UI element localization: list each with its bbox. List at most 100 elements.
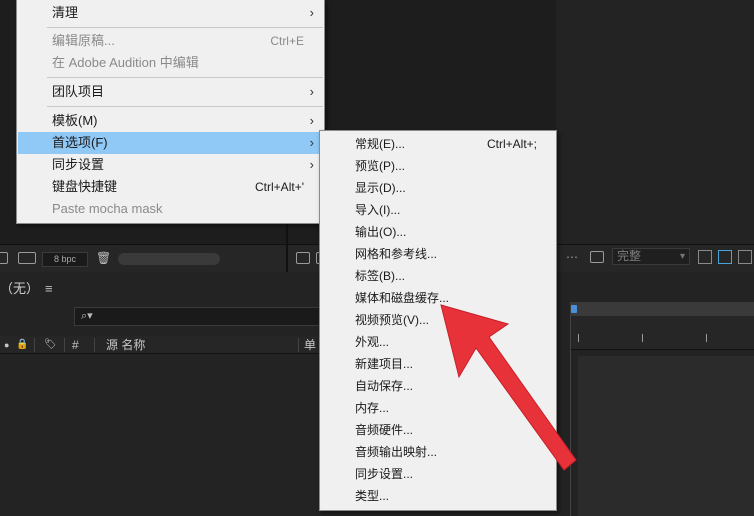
submenu-item-label: 输出(O)... (355, 225, 407, 239)
menu-item-label: 同步设置 (52, 157, 105, 172)
menu-item-sync-settings[interactable]: 同步设置 › (18, 154, 324, 176)
source-name-column[interactable]: 源 名称 (106, 336, 145, 354)
menu-item-label: Paste mocha mask (52, 201, 163, 216)
menu-item-shortcut: Ctrl+E (270, 34, 304, 48)
menu-item-label: 模板(M) (52, 113, 98, 128)
menu-item-label: 首选项(F) (52, 135, 108, 150)
menu-item-keyboard-shortcuts[interactable]: 键盘快捷键 Ctrl+Alt+' (18, 176, 324, 198)
submenu-item-label: 媒体和磁盘缓存... (355, 291, 450, 305)
submenu-item-grids-guides[interactable]: 网格和参考线... (321, 243, 555, 265)
number-column[interactable]: # (72, 336, 79, 354)
edit-menu: 清理 › 编辑原稿... Ctrl+E 在 Adobe Audition 中编辑… (16, 0, 325, 224)
menu-item-edit-in-audition[interactable]: 在 Adobe Audition 中编辑 (18, 52, 324, 74)
submenu-item-label: 视频预览(V)... (355, 313, 429, 327)
column-divider (298, 338, 299, 352)
timeline-track-area[interactable] (578, 356, 754, 516)
region-icon[interactable] (698, 250, 712, 264)
menu-item-team-project[interactable]: 团队项目 › (18, 81, 324, 103)
single-switch-column[interactable]: 单 (304, 336, 316, 354)
work-area-start-handle[interactable] (571, 305, 577, 313)
menu-separator (47, 77, 323, 78)
ruler-tick (578, 334, 579, 342)
timeline-navigator[interactable] (570, 302, 754, 316)
column-header: ● 🔒 🏷 # 源 名称 单 (0, 336, 320, 354)
submenu-item-label: 内存... (355, 401, 390, 415)
submenu-item-label: 标签(B)... (355, 269, 405, 283)
submenu-item-label: 显示(D)... (355, 181, 406, 195)
submenu-item-output[interactable]: 输出(O)... (321, 221, 555, 243)
submenu-item-label: 新建项目... (355, 357, 414, 371)
submenu-item-auto-save[interactable]: 自动保存... (321, 375, 555, 397)
mask-icon[interactable] (738, 250, 752, 264)
ruler-tick (706, 334, 707, 342)
submenu-item-shortcut: Ctrl+Alt+; (486, 137, 537, 151)
submenu-item-label: 同步设置... (355, 467, 414, 481)
label-icon[interactable]: 🏷 (44, 336, 57, 354)
menu-item-preferences[interactable]: 首选项(F) › (18, 132, 324, 154)
submenu-item-label: 常规(E)... (355, 137, 405, 151)
submenu-item-memory[interactable]: 内存... (321, 397, 555, 419)
trash-icon[interactable]: 🗑 (96, 251, 111, 265)
panel-menu-icon[interactable]: ≡ (45, 281, 53, 296)
toggle-icon[interactable] (296, 252, 310, 264)
chevron-right-icon: › (309, 113, 314, 128)
submenu-item-new-project[interactable]: 新建项目... (321, 353, 555, 375)
timeline-ruler[interactable] (570, 316, 754, 350)
menu-separator (47, 106, 323, 107)
menu-separator (47, 27, 323, 28)
submenu-item-appearance[interactable]: 外观... (321, 331, 555, 353)
menu-item-shortcut: Ctrl+Alt+' (255, 180, 304, 194)
menu-item-edit-original[interactable]: 编辑原稿... Ctrl+E (18, 30, 324, 52)
submenu-item-video-preview[interactable]: 视频预览(V)... (321, 309, 555, 331)
ruler-tick (642, 334, 643, 342)
menu-item-paste-mocha-mask[interactable]: Paste mocha mask (18, 198, 324, 220)
submenu-item-import[interactable]: 导入(I)... (321, 199, 555, 221)
submenu-item-sync-settings[interactable]: 同步设置... (321, 463, 555, 485)
resolution-value: 完整 (617, 249, 642, 263)
lock-icon[interactable]: 🔒 (16, 336, 28, 354)
submenu-item-previews[interactable]: 预览(P)... (321, 155, 555, 177)
submenu-item-label: 外观... (355, 335, 390, 349)
folder-icon[interactable] (0, 252, 8, 264)
submenu-item-display[interactable]: 显示(D)... (321, 177, 555, 199)
submenu-item-label: 类型... (355, 489, 390, 503)
viewer-right-area (556, 0, 754, 244)
project-list (0, 355, 320, 516)
submenu-item-general[interactable]: 常规(E)... Ctrl+Alt+; (321, 133, 555, 155)
menu-item-templates[interactable]: 模板(M) › (18, 110, 324, 132)
video-column-icon[interactable]: ● (4, 336, 9, 354)
submenu-item-type[interactable]: 类型... (321, 485, 555, 507)
resolution-dropdown[interactable]: 完整 ▾ (612, 248, 690, 265)
menu-item-label: 清理 (52, 5, 79, 20)
chevron-down-icon: ▾ (679, 251, 685, 262)
composition-icon[interactable] (18, 252, 36, 264)
search-input[interactable]: ⌕▾ (74, 307, 324, 326)
submenu-item-media-disk-cache[interactable]: 媒体和磁盘缓存... (321, 287, 555, 309)
menu-item-label: 团队项目 (52, 84, 105, 99)
submenu-item-audio-hardware[interactable]: 音频硬件... (321, 419, 555, 441)
chevron-right-icon: › (309, 135, 314, 150)
project-tab[interactable]: （无） ≡ (0, 278, 53, 297)
submenu-item-label: 音频输出映射... (355, 445, 438, 459)
column-divider (64, 338, 65, 352)
column-divider (34, 338, 35, 352)
chevron-right-icon: › (309, 157, 314, 172)
menu-item-label: 在 Adobe Audition 中编辑 (52, 55, 199, 70)
submenu-item-label: 预览(P)... (355, 159, 405, 173)
submenu-item-label: 音频硬件... (355, 423, 414, 437)
menu-item-label: 键盘快捷键 (52, 179, 118, 194)
search-icon: ⌕▾ (81, 310, 93, 322)
transparency-grid-icon[interactable] (718, 250, 732, 264)
preferences-submenu: 常规(E)... Ctrl+Alt+; 预览(P)... 显示(D)... 导入… (319, 130, 557, 511)
submenu-item-labels[interactable]: 标签(B)... (321, 265, 555, 287)
thumbnail-slider[interactable] (118, 253, 220, 265)
column-divider (94, 338, 95, 352)
panel-divider (570, 316, 571, 516)
camera-icon[interactable]: ⋯ (566, 250, 578, 264)
bpc-button[interactable]: 8 bpc (42, 252, 88, 267)
submenu-item-audio-output-mapping[interactable]: 音频输出映射... (321, 441, 555, 463)
submenu-item-label: 自动保存... (355, 379, 414, 393)
color-channel-icon[interactable] (590, 251, 604, 263)
submenu-item-label: 导入(I)... (355, 203, 401, 217)
menu-item-purge[interactable]: 清理 › (18, 2, 324, 24)
